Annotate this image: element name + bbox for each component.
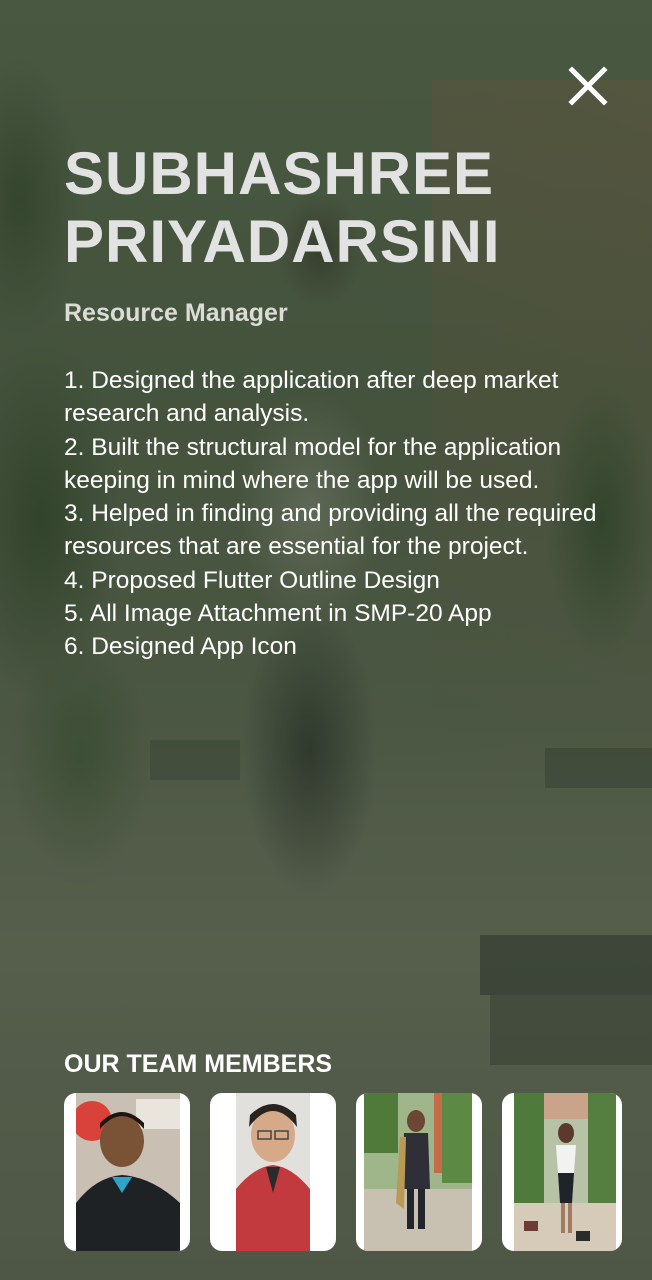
- member-name: SUBHASHREE PRIYADARSINI: [64, 140, 624, 276]
- close-icon: [568, 66, 608, 106]
- team-member-card[interactable]: [64, 1093, 190, 1251]
- team-member-card[interactable]: [502, 1093, 622, 1251]
- contribution-item: 1. Designed the application after deep m…: [64, 367, 559, 428]
- contribution-item: 3. Helped in finding and providing all t…: [64, 500, 597, 561]
- team-section-title: OUR TEAM MEMBERS: [64, 1050, 333, 1078]
- close-button[interactable]: [566, 64, 610, 108]
- contribution-item: 4. Proposed Flutter Outline Design: [64, 566, 440, 594]
- team-member-card[interactable]: [356, 1093, 482, 1251]
- contribution-item: 2. Built the structural model for the ap…: [64, 433, 562, 494]
- member-name-line2: PRIYADARSINI: [64, 208, 501, 275]
- team-member-card[interactable]: [210, 1093, 336, 1251]
- member-name-line1: SUBHASHREE: [64, 140, 495, 207]
- member-detail-screen: SUBHASHREE PRIYADARSINI Resource Manager…: [0, 0, 652, 1280]
- team-member-photo: [76, 1093, 180, 1251]
- contribution-item: 5. All Image Attachment in SMP-20 App: [64, 600, 492, 628]
- team-member-photo: [236, 1093, 310, 1251]
- team-member-photo: [514, 1093, 616, 1251]
- contribution-list: 1. Designed the application after deep m…: [64, 364, 624, 664]
- member-role: Resource Manager: [64, 299, 288, 327]
- profile-content: SUBHASHREE PRIYADARSINI Resource Manager…: [64, 140, 624, 664]
- contribution-item: 6. Designed App Icon: [64, 633, 297, 661]
- team-member-photo: [364, 1093, 472, 1251]
- team-members-carousel[interactable]: [64, 1093, 622, 1251]
